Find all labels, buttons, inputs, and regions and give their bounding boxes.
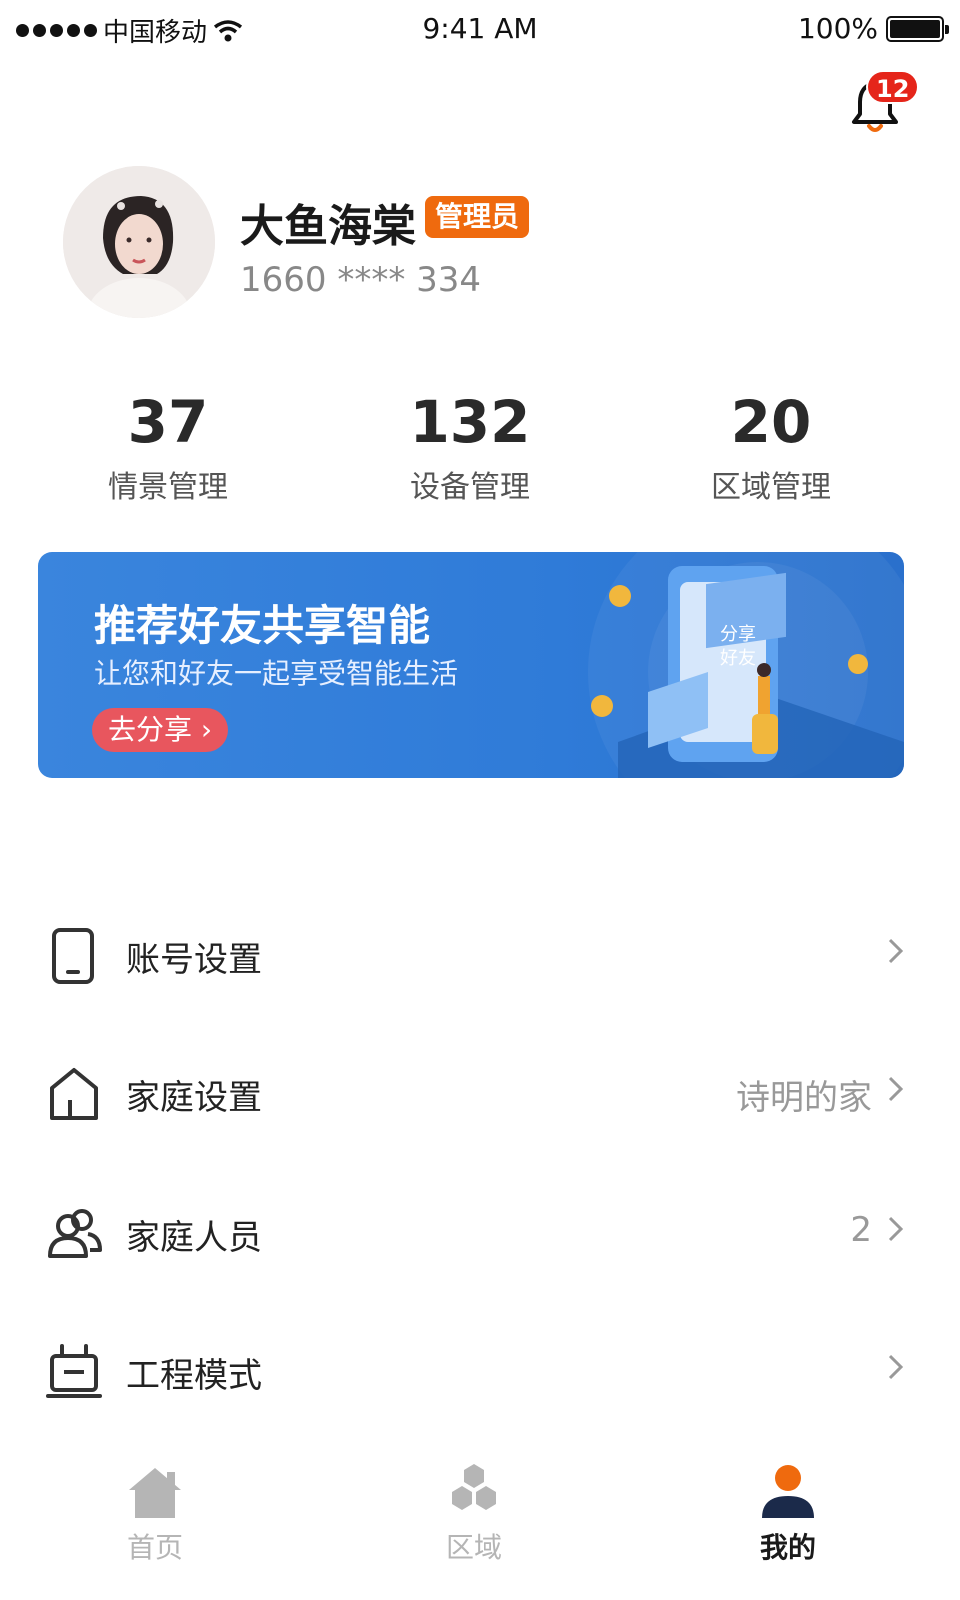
menu-label: 家庭人员 <box>126 1218 262 1258</box>
stat-value: 132 <box>409 388 531 456</box>
share-banner[interactable]: 分享 好友 推荐好友共享智能 让您和好友一起享受智能生活 去分享 › <box>38 552 904 778</box>
robot-icon <box>46 1344 102 1398</box>
avatar[interactable] <box>63 166 215 318</box>
share-button[interactable]: 去分享 › <box>92 708 229 752</box>
menu-label: 工程模式 <box>126 1356 262 1396</box>
tab-label: 我的 <box>759 1531 816 1564</box>
stat-label: 区域管理 <box>711 470 831 505</box>
phone-icon <box>52 928 94 984</box>
stat-devices[interactable]: 132 设备管理 <box>350 388 590 506</box>
stat-value: 20 <box>730 388 812 456</box>
tab-label: 首页 <box>126 1531 183 1564</box>
art-text-2: 好友 <box>720 648 756 669</box>
house-icon <box>50 1068 98 1120</box>
stat-areas[interactable]: 20 区域管理 <box>651 388 891 506</box>
share-illustration: 分享 好友 <box>588 552 904 778</box>
chevron-right-icon: › <box>200 713 213 746</box>
chevron-right-icon <box>888 938 904 964</box>
status-bar: 中国移动 9:41 AM 100% <box>0 0 960 56</box>
notification-badge: 12 <box>866 70 920 104</box>
banner-title: 推荐好友共享智能 <box>94 601 431 650</box>
hexagons-icon <box>452 1464 496 1510</box>
home-icon <box>129 1468 181 1518</box>
tab-home[interactable]: 首页 <box>75 1462 235 1592</box>
battery-icon <box>886 15 949 42</box>
menu-account-settings[interactable]: 账号设置 <box>0 906 960 1006</box>
menu-value: 2 <box>850 1210 872 1250</box>
chevron-right-icon <box>888 1216 904 1242</box>
menu-label: 家庭设置 <box>126 1078 262 1118</box>
menu-engineering-mode[interactable]: 工程模式 <box>0 1322 960 1422</box>
stat-value: 37 <box>127 388 209 456</box>
people-icon <box>48 1209 102 1258</box>
user-name: 大鱼海棠 <box>240 201 416 252</box>
role-badge: 管理员 <box>425 196 530 238</box>
menu-family-members[interactable]: 家庭人员 2 <box>0 1184 960 1284</box>
art-text-1: 分享 <box>720 624 756 645</box>
tab-label: 区域 <box>445 1531 502 1564</box>
stat-label: 设备管理 <box>410 470 530 505</box>
banner-subtitle: 让您和好友一起享受智能生活 <box>94 657 459 690</box>
stat-scenes[interactable]: 37 情景管理 <box>48 388 288 506</box>
user-phone: 1660 **** 334 <box>240 260 482 300</box>
menu-label: 账号设置 <box>126 940 262 980</box>
user-icon <box>762 1465 814 1518</box>
menu-home-settings[interactable]: 家庭设置 诗明的家 <box>0 1044 960 1144</box>
tab-mine[interactable]: 我的 <box>708 1462 868 1592</box>
stat-label: 情景管理 <box>108 470 228 505</box>
tab-area[interactable]: 区域 <box>394 1462 554 1592</box>
battery-status: 100% <box>797 12 949 45</box>
battery-percent: 100% <box>797 12 878 45</box>
menu-value: 诗明的家 <box>736 1078 872 1118</box>
chevron-right-icon <box>888 1354 904 1380</box>
chevron-right-icon <box>888 1076 904 1102</box>
avatar-image <box>63 166 215 318</box>
share-button-label: 去分享 <box>108 713 193 746</box>
